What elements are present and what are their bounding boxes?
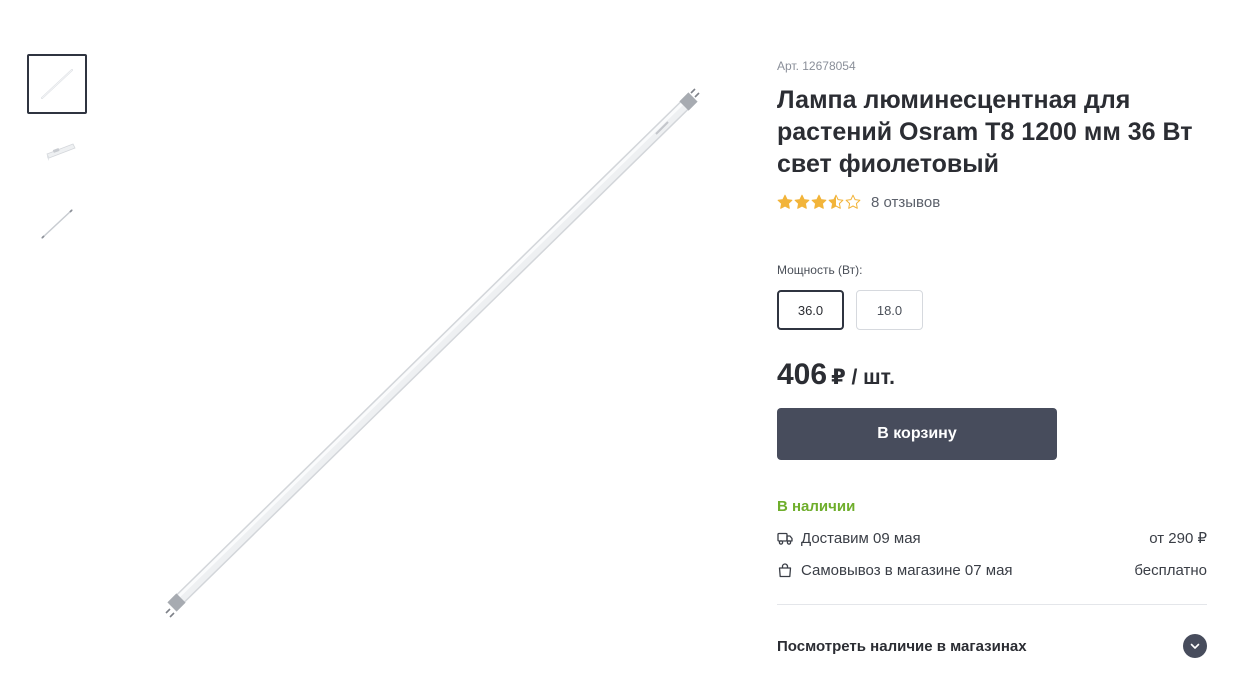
product-sku: Арт. 12678054 [777, 59, 856, 73]
truck-icon [777, 532, 793, 545]
pickup-row: Самовывоз в магазине 07 мая бесплатно [777, 560, 1207, 580]
power-option-label: Мощность (Вт): [777, 263, 863, 277]
fluorescent-lamp-image [165, 88, 700, 618]
add-to-cart-button[interactable]: В корзину [777, 408, 1057, 460]
pickup-price: бесплатно [1134, 561, 1207, 579]
rating-row[interactable]: 8 отзывов [777, 192, 1207, 212]
star-icon [811, 194, 827, 209]
product-page: Арт. 12678054 Лампа люминесцентная для р… [0, 0, 1233, 693]
star-icon [828, 194, 844, 209]
reviews-count[interactable]: 8 отзывов [871, 194, 940, 211]
bag-icon [778, 563, 792, 578]
stock-status: В наличии [777, 498, 856, 515]
power-option-36[interactable]: 36.0 [777, 290, 844, 330]
stores-availability-toggle[interactable]: Посмотреть наличие в магазинах [777, 633, 1207, 659]
thumbnail-3[interactable] [27, 190, 87, 250]
packaging-thumbnail-image [46, 143, 76, 161]
lamp-small-thumbnail-image [41, 209, 73, 239]
thumbnail-1[interactable] [27, 54, 87, 114]
expand-button[interactable] [1183, 634, 1207, 658]
price-unit: ₽ / шт. [831, 366, 895, 389]
delivery-label: Доставим 09 мая [801, 529, 921, 547]
power-options: 36.0 18.0 [777, 290, 1207, 330]
power-option-18[interactable]: 18.0 [856, 290, 923, 330]
thumbnail-list [27, 54, 87, 258]
star-icon [794, 194, 810, 209]
divider [777, 604, 1207, 605]
thumbnail-2[interactable] [27, 122, 87, 182]
main-product-image[interactable] [150, 80, 720, 630]
lamp-thumbnail-image [41, 69, 73, 99]
rating-stars [777, 194, 862, 210]
chevron-down-icon [1190, 643, 1200, 649]
star-icon [777, 194, 793, 209]
star-icon [845, 194, 861, 209]
price-value: 406 [777, 358, 828, 391]
price: 406 ₽ / шт. [777, 358, 1207, 392]
product-info: Арт. 12678054 Лампа люминесцентная для р… [777, 58, 1207, 659]
delivery-row: Доставим 09 мая от 290 ₽ [777, 528, 1207, 548]
stores-availability-label[interactable]: Посмотреть наличие в магазинах [777, 638, 1027, 655]
delivery-price: от 290 ₽ [1149, 530, 1207, 547]
product-title: Лампа люминесцентная для растений Osram … [777, 86, 1193, 178]
pickup-label: Самовывоз в магазине 07 мая [801, 561, 1013, 579]
